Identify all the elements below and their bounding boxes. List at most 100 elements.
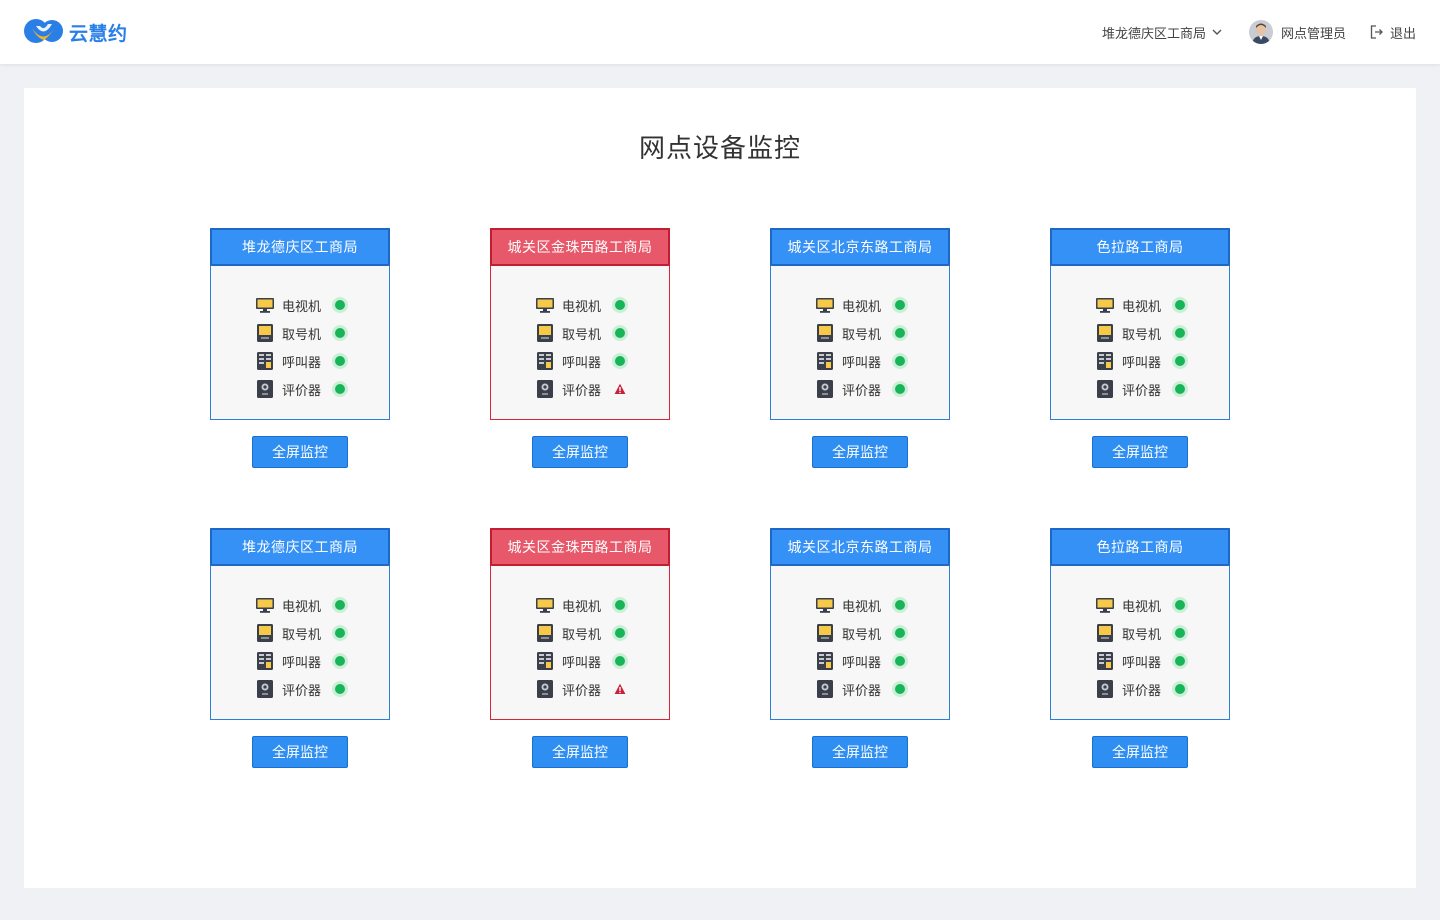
device-row: 呼叫器 <box>815 647 905 675</box>
evaluator-icon <box>815 679 835 699</box>
tv-icon <box>815 595 835 615</box>
device-list: 电视机 取号机 呼叫器 评价器 <box>1095 291 1185 403</box>
status-ok-icon <box>1175 328 1185 338</box>
avatar <box>1248 20 1273 44</box>
branch-cell: 色拉路工商局 电视机 取号机 呼叫器 评价器 全屏监控 <box>1050 228 1230 468</box>
branch-card: 色拉路工商局 电视机 取号机 呼叫器 评价器 <box>1050 228 1230 420</box>
status-ok-icon <box>615 356 625 366</box>
ticket-machine-icon <box>255 323 275 343</box>
caller-icon <box>815 651 835 671</box>
status-ok-icon <box>1175 628 1185 638</box>
device-row: 电视机 <box>1095 591 1185 619</box>
branch-card-title: 城关区金珠西路工商局 <box>490 228 670 266</box>
device-row: 呼叫器 <box>535 347 626 375</box>
evaluator-icon <box>535 379 555 399</box>
device-list: 电视机取号机 呼叫器评价器 <box>535 291 626 403</box>
branch-card-title: 城关区金珠西路工商局 <box>490 528 670 566</box>
fullscreen-monitor-button[interactable]: 全屏监控 <box>532 436 628 468</box>
device-row: 取号机 <box>535 319 626 347</box>
device-name: 取号机 <box>1122 627 1162 643</box>
fullscreen-monitor-button[interactable]: 全屏监控 <box>812 436 908 468</box>
branch-card: 堆龙德庆区工商局 电视机 取号机 呼叫器 评价器 <box>210 228 390 420</box>
evaluator-icon <box>815 379 835 399</box>
fullscreen-monitor-button[interactable]: 全屏监控 <box>252 436 348 468</box>
device-name: 电视机 <box>562 299 602 315</box>
ticket-machine-icon <box>815 623 835 643</box>
device-name: 电视机 <box>562 599 602 615</box>
branch-cell: 色拉路工商局 电视机 取号机 呼叫器 评价器 全屏监控 <box>1050 528 1230 768</box>
caller-icon <box>1095 651 1115 671</box>
evaluator-icon <box>255 679 275 699</box>
branch-cell: 城关区金珠西路工商局 电视机 取号机 呼叫器 评价器 全屏监控 <box>490 528 670 768</box>
caller-icon <box>255 651 275 671</box>
fullscreen-monitor-button[interactable]: 全屏监控 <box>812 736 908 768</box>
chevron-down-icon <box>1212 29 1222 35</box>
device-name: 呼叫器 <box>282 655 322 671</box>
device-row: 取号机 <box>815 619 905 647</box>
device-name: 评价器 <box>282 683 322 699</box>
device-name: 取号机 <box>1122 327 1162 343</box>
device-row: 呼叫器 <box>535 647 626 675</box>
user-name: 网点管理员 <box>1280 26 1346 42</box>
branch-card: 城关区金珠西路工商局 电视机 取号机 呼叫器 评价器 <box>490 528 670 720</box>
fullscreen-monitor-button[interactable]: 全屏监控 <box>1092 736 1188 768</box>
device-row: 电视机 <box>535 291 626 319</box>
ticket-machine-icon <box>535 623 555 643</box>
device-name: 呼叫器 <box>842 355 882 371</box>
caller-icon <box>255 351 275 371</box>
status-ok-icon <box>335 684 345 694</box>
logo-icon <box>24 19 63 43</box>
device-name: 取号机 <box>282 327 322 343</box>
fullscreen-monitor-button[interactable]: 全屏监控 <box>1092 436 1188 468</box>
status-ok-icon <box>335 600 345 610</box>
status-ok-icon <box>1175 600 1185 610</box>
status-ok-icon <box>1175 356 1185 366</box>
device-row: 呼叫器 <box>255 347 345 375</box>
device-name: 评价器 <box>842 683 882 699</box>
status-ok-icon <box>895 656 905 666</box>
status-ok-icon <box>335 628 345 638</box>
status-ok-icon <box>335 656 345 666</box>
caller-icon <box>535 651 555 671</box>
status-ok-icon <box>615 656 625 666</box>
caller-icon <box>815 351 835 371</box>
branch-selector[interactable]: 堆龙德庆区工商局 <box>1102 23 1223 42</box>
branch-card-title: 色拉路工商局 <box>1050 528 1230 566</box>
device-name: 评价器 <box>282 383 322 399</box>
branch-card-title: 堆龙德庆区工商局 <box>210 228 390 266</box>
evaluator-icon <box>535 679 555 699</box>
tv-icon <box>255 295 275 315</box>
status-ok-icon <box>895 356 905 366</box>
branch-grid: 堆龙德庆区工商局 电视机 取号机 呼叫器 评价器 全屏监控 城关区金珠西路工商局 电视机 取号机… <box>210 228 1230 768</box>
device-row: 取号机 <box>255 319 345 347</box>
device-row: 呼叫器 <box>1095 647 1185 675</box>
logout-button[interactable]: 退出 <box>1370 23 1416 42</box>
warning-icon <box>614 383 626 395</box>
warning-icon <box>614 683 626 695</box>
device-name: 评价器 <box>842 383 882 399</box>
device-name: 呼叫器 <box>1122 355 1162 371</box>
device-name: 呼叫器 <box>282 355 322 371</box>
user-menu[interactable]: 网点管理员 <box>1248 20 1346 44</box>
fullscreen-monitor-button[interactable]: 全屏监控 <box>252 736 348 768</box>
branch-card: 城关区北京东路工商局 电视机 取号机 呼叫器 评价器 <box>770 228 950 420</box>
device-row: 评价器 <box>535 375 626 403</box>
branch-card-title: 色拉路工商局 <box>1050 228 1230 266</box>
device-row: 评价器 <box>255 375 345 403</box>
device-list: 电视机 取号机 呼叫器评价器 <box>815 591 905 703</box>
branch-cell: 堆龙德庆区工商局 电视机 取号机 呼叫器 评价器 全屏监控 <box>210 228 390 468</box>
branch-cell: 城关区北京东路工商局 电视机 取号机 呼叫器 评价器 全屏监控 <box>770 528 950 768</box>
tv-icon <box>535 295 555 315</box>
branch-card: 城关区北京东路工商局 电视机 取号机 呼叫器 评价器 <box>770 528 950 720</box>
evaluator-icon <box>1095 679 1115 699</box>
device-row: 取号机 <box>1095 319 1185 347</box>
device-row: 呼叫器 <box>1095 347 1185 375</box>
app-logo[interactable]: 云慧约 <box>23 16 128 48</box>
tv-icon <box>255 595 275 615</box>
fullscreen-monitor-button[interactable]: 全屏监控 <box>532 736 628 768</box>
tv-icon <box>1095 595 1115 615</box>
device-name: 评价器 <box>562 383 602 399</box>
device-row: 呼叫器 <box>255 647 345 675</box>
device-row: 电视机 <box>815 591 905 619</box>
device-row: 评价器 <box>1095 375 1185 403</box>
